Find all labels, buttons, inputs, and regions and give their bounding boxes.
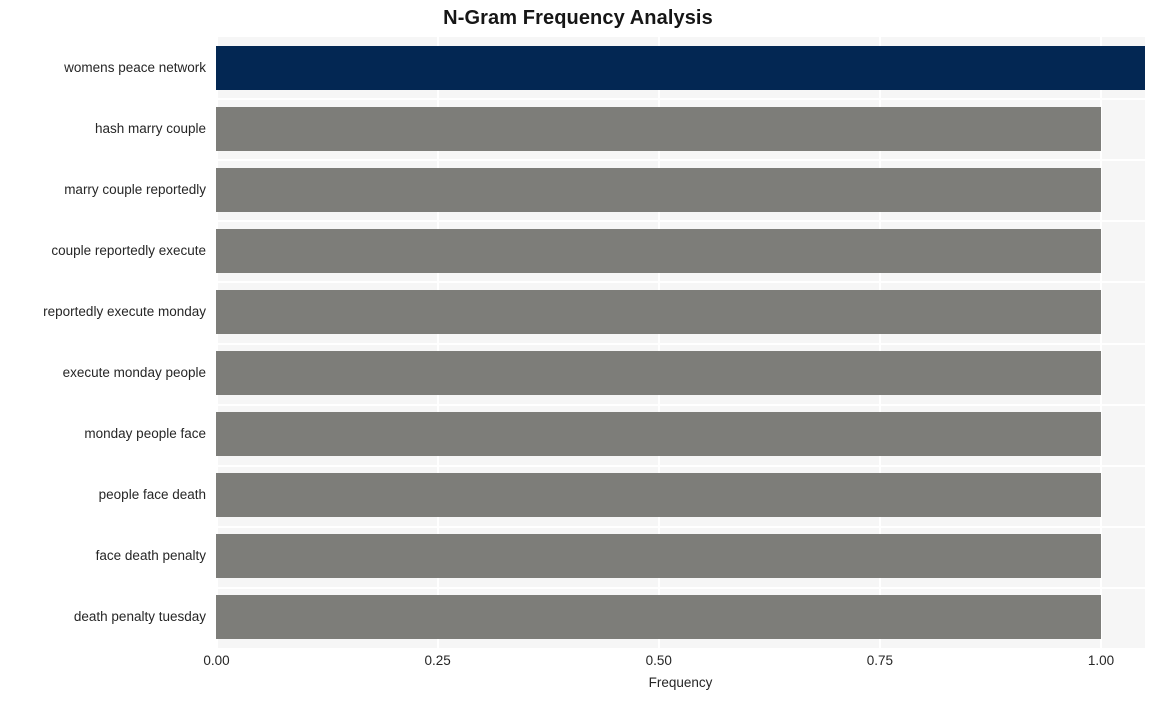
horizontal-gridline (216, 526, 1145, 528)
bar (216, 351, 1101, 396)
y-axis-label: reportedly execute monday (43, 303, 206, 319)
x-axis-tick-label: 0.75 (866, 653, 894, 668)
horizontal-gridline (216, 98, 1145, 100)
bar (216, 595, 1101, 640)
horizontal-gridline (216, 587, 1145, 589)
y-axis-label: execute monday people (62, 365, 206, 381)
bar (216, 106, 1101, 151)
chart-figure: N-Gram Frequency Analysis womens peace n… (0, 0, 1156, 701)
y-axis-label: marry couple reportedly (64, 181, 206, 197)
bar (216, 45, 1145, 90)
horizontal-gridline (216, 281, 1145, 283)
plot-area (216, 37, 1145, 648)
bar (216, 228, 1101, 273)
bar (216, 167, 1101, 212)
x-axis-tick-label: 1.00 (1087, 653, 1115, 668)
y-axis-label: couple reportedly execute (51, 242, 206, 258)
x-axis-tick-label: 0.50 (645, 653, 672, 668)
y-axis-label: people face death (98, 487, 206, 503)
y-axis-label: hash marry couple (94, 120, 206, 136)
bar (216, 289, 1101, 334)
y-axis-label: face death penalty (95, 548, 206, 564)
horizontal-gridline (216, 465, 1145, 467)
horizontal-gridline (216, 343, 1145, 345)
chart-title: N-Gram Frequency Analysis (443, 7, 713, 29)
x-axis-tick-label: 0.25 (424, 653, 451, 668)
x-axis-tick-label: 0.00 (203, 653, 230, 668)
bar (216, 534, 1101, 579)
bar (216, 473, 1101, 518)
horizontal-gridline (216, 404, 1145, 406)
y-axis-category-labels: womens peace network hash marry couple mar… (0, 37, 206, 648)
horizontal-gridline (216, 159, 1145, 161)
x-axis-tick-labels: 0.000.250.500.751.001.251.501.752.00 (0, 652, 1156, 672)
y-axis-label: monday people face (84, 426, 206, 442)
x-axis-title: Frequency (648, 675, 713, 690)
y-axis-label: death penalty tuesday (73, 609, 206, 625)
y-axis-label: womens peace network (64, 59, 206, 75)
horizontal-gridline (216, 220, 1145, 222)
bar (216, 412, 1101, 457)
